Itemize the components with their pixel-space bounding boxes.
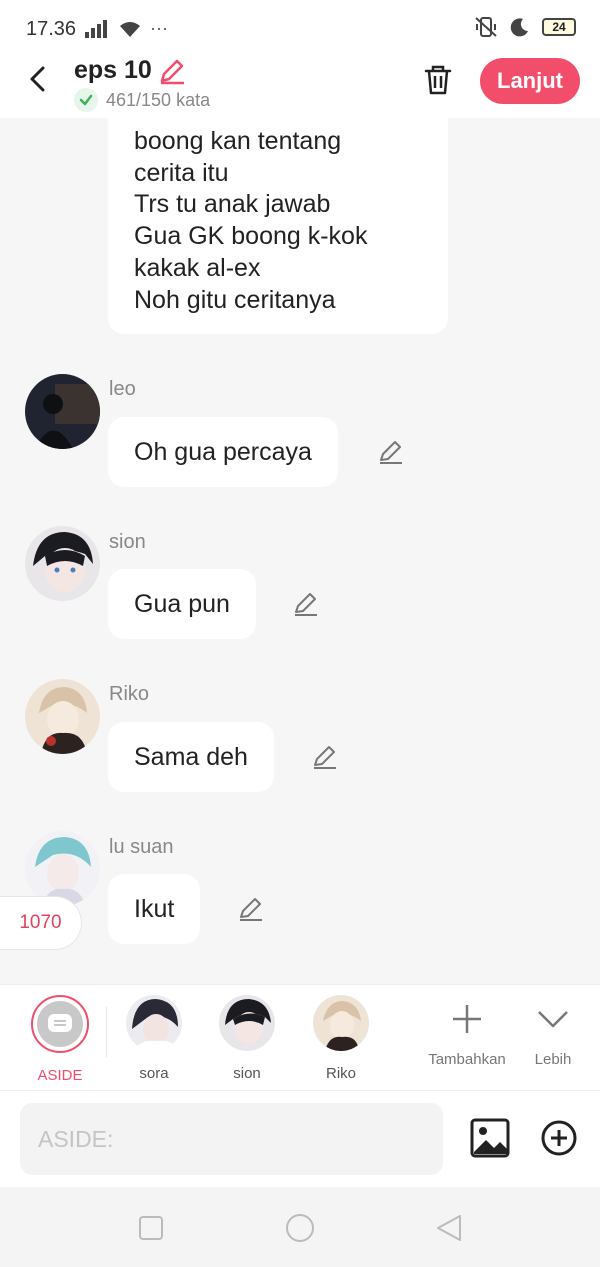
character-aside[interactable]: ASIDE [20, 995, 100, 1084]
plus-icon [453, 1005, 481, 1033]
word-count-text: 461/150 kata [106, 89, 211, 110]
message-line: Gua GK boong k-kok [134, 222, 368, 251]
chevron-down-icon [538, 1011, 568, 1028]
character-riko[interactable]: Riko [301, 995, 381, 1082]
divider [106, 1007, 107, 1057]
edit-icon[interactable] [311, 743, 339, 771]
aside-avatar [31, 995, 89, 1053]
image-icon[interactable] [470, 1118, 510, 1158]
add-circle-icon[interactable] [541, 1120, 577, 1156]
check-icon [74, 88, 98, 112]
status-more-dots: ··· [150, 18, 168, 38]
sender-name: lu suan [109, 836, 174, 858]
home-icon[interactable] [285, 1213, 315, 1243]
message-bubble[interactable]: boong kan tentang cerita itu Trs tu anak… [108, 118, 448, 335]
character-label: sora [139, 1065, 169, 1082]
edit-icon[interactable] [237, 895, 265, 923]
character-sion[interactable]: sion [207, 995, 287, 1082]
back-triangle-icon[interactable] [434, 1213, 464, 1243]
message-line: cerita itu [134, 158, 229, 187]
episode-title-text: eps 10 [74, 56, 152, 84]
word-count: 461/150 kata [74, 88, 210, 112]
message-line: Noh gitu ceritanya [134, 285, 336, 314]
vibrate-off-icon [475, 17, 497, 37]
add-character-button[interactable]: Tambahkan [422, 999, 512, 1068]
status-right-icons: 24 [474, 16, 576, 38]
avatar-lu-suan[interactable] [25, 831, 100, 906]
moon-icon [510, 18, 528, 37]
signal-icon [85, 19, 107, 38]
message-line: boong kan tentang [134, 127, 342, 155]
back-arrow-icon[interactable] [24, 64, 54, 94]
avatar-leo[interactable] [25, 374, 100, 449]
edit-icon[interactable] [292, 590, 320, 618]
battery-indicator: 24 [542, 18, 576, 36]
edit-icon[interactable] [377, 438, 405, 466]
character-selector: ASIDE sora sion Riko Tambahkan Lebih [0, 984, 600, 1091]
message-bubble[interactable]: Ikut [108, 874, 201, 944]
sender-name: Riko [109, 683, 150, 705]
sender-name: leo [109, 378, 136, 400]
avatar-sion[interactable] [25, 526, 100, 601]
character-count-badge[interactable]: 1070 [0, 896, 82, 950]
aside-narration-icon [37, 1001, 83, 1047]
recents-icon[interactable] [136, 1213, 166, 1243]
message-bubble[interactable]: Gua pun [108, 569, 256, 639]
sion-avatar [219, 995, 275, 1051]
system-nav-bar [0, 1187, 600, 1267]
message-bubble[interactable]: Sama deh [108, 722, 274, 792]
message-line: kakak al-ex [134, 253, 261, 282]
pencil-icon[interactable] [158, 57, 186, 85]
wifi-icon [120, 21, 140, 37]
character-label: Riko [325, 1065, 356, 1082]
status-left-icons: ··· [84, 18, 168, 39]
editor-header: eps 10 461/150 kata Lanjut [0, 56, 600, 118]
status-time: 17.36 [26, 18, 77, 40]
avatar-riko[interactable] [25, 679, 100, 754]
message-input[interactable] [20, 1103, 443, 1175]
more-button[interactable]: Lebih [508, 999, 598, 1068]
riko-avatar [313, 995, 369, 1051]
message-line: Trs tu anak jawab [134, 190, 331, 219]
status-bar: 17.36 ··· 24 [0, 0, 600, 56]
more-label: Lebih [534, 1051, 572, 1068]
message-bubble[interactable]: Oh gua percaya [108, 417, 338, 487]
chat-area[interactable]: boong kan tentang cerita itu Trs tu anak… [0, 118, 600, 984]
next-button[interactable]: Lanjut [480, 58, 580, 104]
trash-icon[interactable] [422, 64, 454, 96]
character-sora[interactable]: sora [114, 995, 194, 1082]
episode-title[interactable]: eps 10 [74, 56, 186, 85]
character-label: ASIDE [37, 1067, 83, 1084]
character-label: sion [233, 1065, 261, 1082]
add-label: Tambahkan [428, 1051, 506, 1068]
sender-name: sion [109, 531, 146, 553]
sora-avatar [126, 995, 182, 1051]
composer [0, 1091, 600, 1187]
